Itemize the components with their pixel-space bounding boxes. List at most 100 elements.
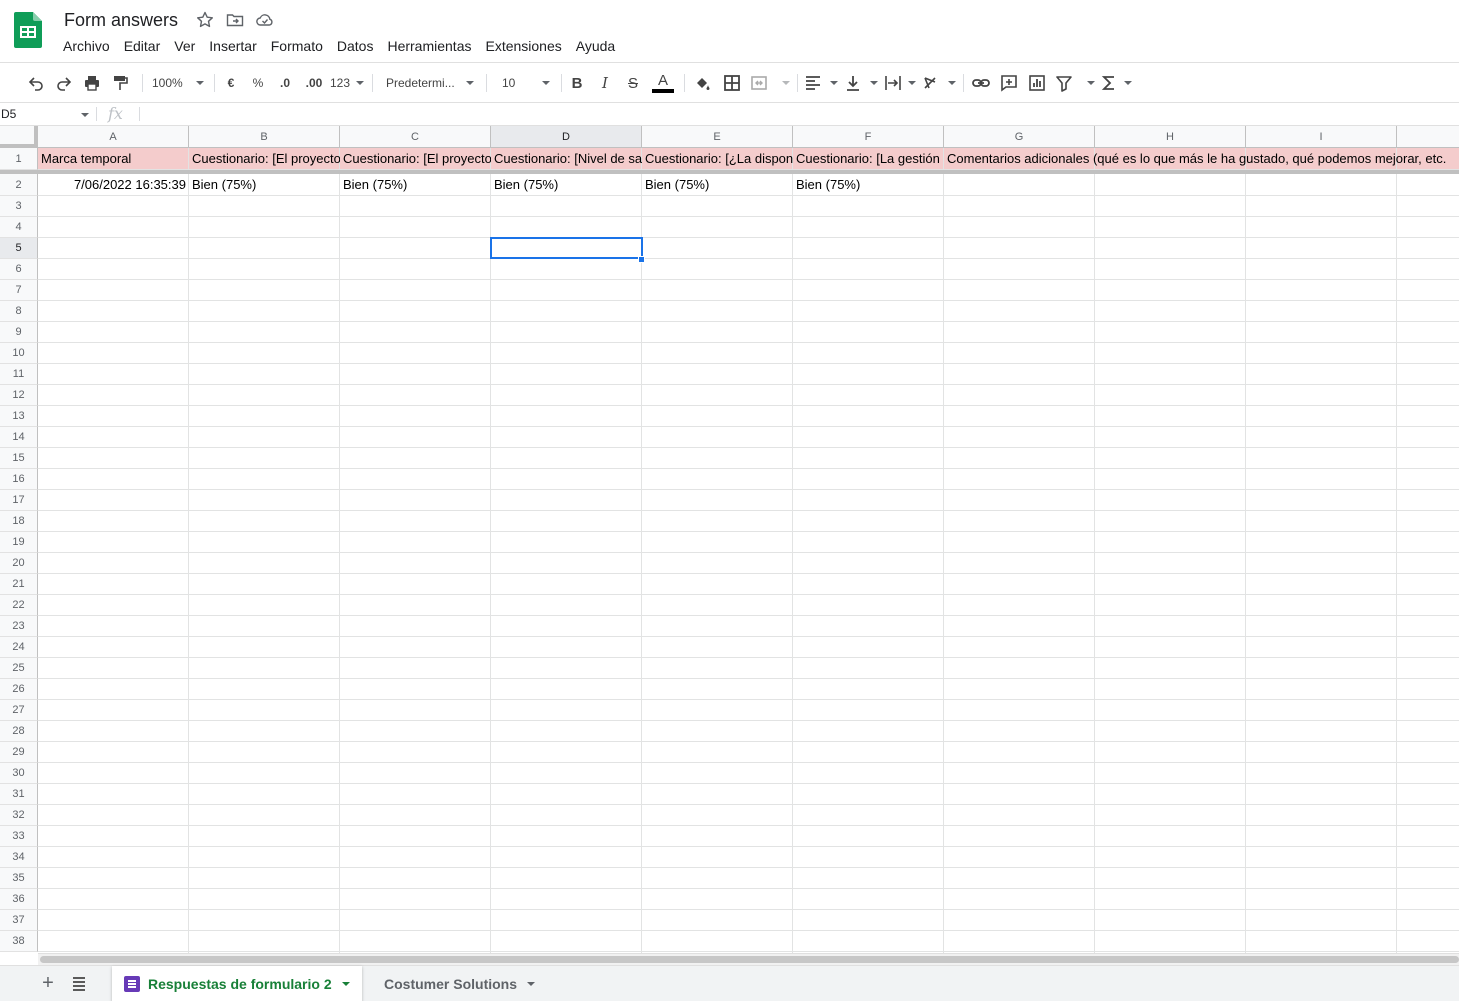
timestamp-cell[interactable]: 7/06/2022 16:35:39 (38, 175, 189, 195)
sheet-tab-respuestas[interactable]: Respuestas de formulario 2 (112, 966, 362, 1001)
zoom-select[interactable]: 100% (148, 71, 208, 95)
menu-formato[interactable]: Formato (264, 37, 330, 57)
row-header[interactable]: 7 (0, 280, 38, 301)
data-cell[interactable]: Bien (75%) (340, 175, 491, 195)
fill-color-icon[interactable] (690, 71, 714, 95)
row-header[interactable]: 4 (0, 217, 38, 238)
row-header[interactable]: 20 (0, 553, 38, 574)
header-cell[interactable]: Comentarios adicionales (qué es lo que m… (944, 149, 1459, 169)
row-header[interactable]: 8 (0, 301, 38, 322)
star-icon[interactable] (195, 10, 215, 30)
font-family-select[interactable]: Predetermi... (382, 71, 478, 95)
row-header[interactable]: 6 (0, 259, 38, 280)
row-header[interactable]: 17 (0, 490, 38, 511)
row-header[interactable]: 34 (0, 847, 38, 868)
data-cell[interactable]: Bien (75%) (491, 175, 642, 195)
column-header-g[interactable]: G (944, 126, 1095, 148)
formula-input[interactable] (146, 103, 1459, 125)
column-header-c[interactable]: C (340, 126, 491, 148)
row-header[interactable]: 26 (0, 679, 38, 700)
name-box[interactable]: D5 (0, 103, 95, 125)
data-cell[interactable]: Bien (75%) (642, 175, 793, 195)
document-title[interactable]: Form answers (64, 10, 178, 31)
selected-cell-outline[interactable] (490, 237, 643, 259)
horizontal-scrollbar[interactable] (38, 953, 1459, 965)
spreadsheet-grid[interactable]: A B C D E F G H I 1 2 3 4 5 6 7 8 9 10 11 12 13 14 15 16 17 18 19 20… (0, 126, 1459, 953)
row-header[interactable]: 15 (0, 448, 38, 469)
header-cell[interactable]: Cuestionario: [La gestión (793, 149, 944, 169)
row-header[interactable]: 16 (0, 469, 38, 490)
italic-button[interactable]: I (594, 71, 616, 95)
row-header[interactable]: 37 (0, 910, 38, 931)
data-cell[interactable]: Bien (75%) (793, 175, 944, 195)
row-header[interactable]: 10 (0, 343, 38, 364)
select-all-corner[interactable] (0, 126, 38, 148)
column-header-e[interactable]: E (642, 126, 793, 148)
scrollbar-thumb[interactable] (40, 956, 1459, 963)
header-cell[interactable]: Marca temporal (38, 149, 189, 169)
insert-comment-icon[interactable] (997, 71, 1021, 95)
insert-link-icon[interactable] (969, 71, 993, 95)
column-header-d[interactable]: D (491, 126, 642, 148)
menu-archivo[interactable]: Archivo (56, 37, 117, 57)
row-header[interactable]: 19 (0, 532, 38, 553)
row-header[interactable]: 2 (0, 174, 38, 196)
row-header[interactable]: 5 (0, 238, 38, 259)
row-header[interactable]: 38 (0, 931, 38, 952)
text-rotation-button[interactable] (922, 71, 956, 95)
column-header-b[interactable]: B (189, 126, 340, 148)
add-sheet-button[interactable]: + (38, 973, 58, 994)
redo-icon[interactable] (52, 71, 76, 95)
vertical-align-button[interactable] (844, 71, 878, 95)
functions-button[interactable] (1100, 71, 1132, 95)
row-header[interactable]: 31 (0, 784, 38, 805)
font-size-select[interactable]: 10 (494, 71, 554, 95)
bold-button[interactable]: B (566, 71, 588, 95)
increase-decimals-button[interactable]: .00 (301, 71, 327, 95)
move-folder-icon[interactable] (225, 10, 245, 30)
menu-extensiones[interactable]: Extensiones (478, 37, 568, 57)
column-header-h[interactable]: H (1095, 126, 1246, 148)
menu-ayuda[interactable]: Ayuda (569, 37, 622, 57)
row-header[interactable]: 24 (0, 637, 38, 658)
row-header[interactable]: 13 (0, 406, 38, 427)
fill-handle[interactable] (638, 256, 645, 263)
chevron-down-icon[interactable] (341, 982, 350, 986)
undo-icon[interactable] (24, 71, 48, 95)
text-wrapping-button[interactable] (884, 71, 916, 95)
percent-format-button[interactable]: % (249, 71, 267, 95)
row-header[interactable]: 30 (0, 763, 38, 784)
currency-format-button[interactable]: € (222, 71, 240, 95)
text-color-button[interactable]: A (651, 71, 675, 95)
strikethrough-button[interactable]: S (622, 71, 644, 95)
header-cell[interactable]: Cuestionario: [El proyecto (340, 149, 491, 169)
header-cell[interactable]: Cuestionario: [Nivel de sa (491, 149, 642, 169)
row-header[interactable]: 23 (0, 616, 38, 637)
row-header[interactable]: 29 (0, 742, 38, 763)
row-header[interactable]: 35 (0, 868, 38, 889)
menu-insertar[interactable]: Insertar (202, 37, 263, 57)
filter-button[interactable] (1055, 71, 1095, 95)
more-formats-button[interactable]: 123 (330, 71, 364, 95)
menu-editar[interactable]: Editar (117, 37, 168, 57)
header-cell[interactable]: Cuestionario: [El proyecto (189, 149, 340, 169)
row-header[interactable]: 21 (0, 574, 38, 595)
row-header[interactable]: 1 (0, 148, 38, 170)
row-header[interactable]: 11 (0, 364, 38, 385)
frozen-rows-divider[interactable] (0, 170, 1459, 174)
row-header[interactable]: 25 (0, 658, 38, 679)
row-header[interactable]: 9 (0, 322, 38, 343)
column-header-i[interactable]: I (1246, 126, 1397, 148)
chevron-down-icon[interactable] (527, 982, 536, 986)
menu-datos[interactable]: Datos (330, 37, 381, 57)
row-header[interactable]: 27 (0, 700, 38, 721)
cloud-saved-icon[interactable] (255, 10, 275, 30)
borders-icon[interactable] (720, 71, 744, 95)
sheet-tab-costumer-solutions[interactable]: Costumer Solutions (372, 966, 547, 1001)
row-header[interactable]: 3 (0, 196, 38, 217)
data-cell[interactable] (944, 175, 1095, 195)
row-header[interactable]: 22 (0, 595, 38, 616)
print-icon[interactable] (80, 71, 104, 95)
header-cell[interactable]: Cuestionario: [¿La dispon (642, 149, 793, 169)
column-header-a[interactable]: A (38, 126, 189, 148)
